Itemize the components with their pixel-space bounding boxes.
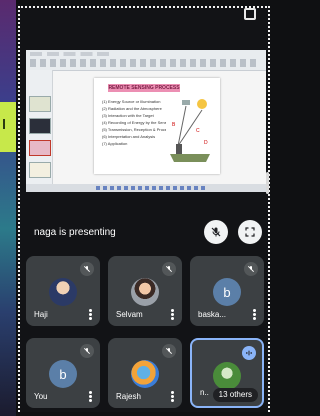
- mic-off-icon: [211, 227, 221, 237]
- svg-text:D: D: [204, 140, 208, 146]
- avatar: b: [213, 278, 241, 306]
- participant-name: baska...: [198, 310, 227, 319]
- adjacent-window-strip: [0, 0, 16, 416]
- participant-tile-you[interactable]: b You: [26, 338, 100, 408]
- participant-name: You: [34, 392, 48, 401]
- more-options-icon[interactable]: [89, 391, 92, 402]
- fullscreen-button[interactable]: [238, 220, 262, 244]
- slide-bullet: (6) Interpretation and Analysis: [102, 134, 156, 139]
- slide-bullet: (4) Recording of Energy by the Sensor: [102, 120, 166, 125]
- more-options-icon[interactable]: [89, 309, 92, 320]
- mic-off-button[interactable]: [204, 220, 228, 244]
- participant-name: Selvam: [116, 310, 143, 319]
- muted-mic-icon: [162, 344, 176, 358]
- avatar: [131, 360, 159, 388]
- participant-tile-selvam[interactable]: Selvam: [108, 256, 182, 326]
- fullscreen-icon: [245, 227, 255, 237]
- more-options-icon[interactable]: [171, 391, 174, 402]
- avatar: b: [49, 360, 77, 388]
- window-handle-icon[interactable]: [244, 8, 256, 20]
- muted-mic-icon: [80, 262, 94, 276]
- participant-tile-baska[interactable]: b baska...: [190, 256, 264, 326]
- shared-screen[interactable]: REMOTE SENSING PROCESS (1) Energy Source…: [26, 50, 266, 192]
- slide-bullet: (1) Energy Source or Illumination: [102, 99, 161, 104]
- muted-mic-icon: [244, 262, 258, 276]
- slide-bullet: (2) Radiation and the Atmosphere: [102, 106, 162, 111]
- slide-bullet: (5) Transmission, Reception & Processing: [102, 127, 166, 132]
- current-slide: REMOTE SENSING PROCESS (1) Energy Source…: [94, 78, 220, 174]
- presenting-label: naga is presenting: [34, 227, 116, 238]
- muted-mic-icon: [80, 344, 94, 358]
- adjacent-window-accent: [0, 102, 16, 152]
- participant-name: Rajesh: [116, 392, 141, 401]
- slide-bullets: (1) Energy Source or Illumination (2) Ra…: [102, 98, 166, 147]
- others-count-badge[interactable]: 13 others: [212, 388, 258, 402]
- svg-text:B: B: [172, 122, 176, 128]
- slide-bullet: (3) Interaction with the Target: [102, 113, 154, 118]
- presentation-ribbon: [26, 50, 266, 71]
- speaking-indicator-icon: [242, 346, 256, 360]
- participant-name: n..: [200, 388, 209, 397]
- slide-thumbnail: [29, 118, 51, 134]
- avatar: [49, 278, 77, 306]
- slide-bullet: (7) Application: [102, 141, 128, 146]
- participant-tile-haji[interactable]: Haji: [26, 256, 100, 326]
- slide-thumbnail: [29, 96, 51, 112]
- remote-sensing-diagram: B C D: [170, 99, 210, 162]
- svg-text:C: C: [196, 128, 200, 134]
- avatar: [131, 278, 159, 306]
- participant-tile-rajesh[interactable]: Rajesh: [108, 338, 182, 408]
- slide-thumbnail: [29, 162, 51, 178]
- slide-title: REMOTE SENSING PROCESS: [108, 84, 180, 92]
- presentation-taskbar: [26, 184, 266, 192]
- slide-thumbnail: [29, 140, 51, 156]
- avatar: [213, 362, 241, 390]
- more-options-icon[interactable]: [171, 309, 174, 320]
- more-options-icon[interactable]: [253, 309, 256, 320]
- muted-mic-icon: [162, 262, 176, 276]
- participant-name: Haji: [34, 310, 48, 319]
- slide-thumbnail-pane: [26, 70, 53, 184]
- participant-tile-others[interactable]: n.. 13 others: [190, 338, 264, 408]
- scrollbar[interactable]: [266, 172, 269, 194]
